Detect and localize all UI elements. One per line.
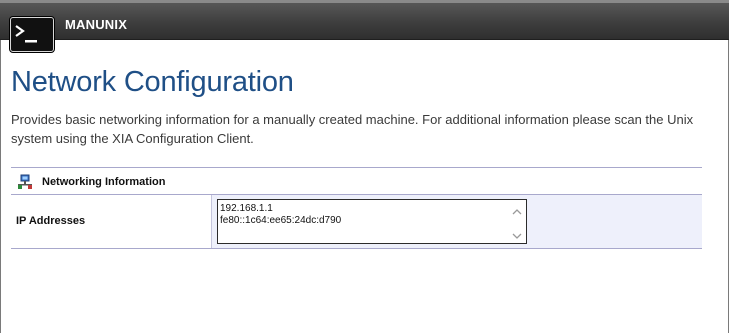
scroll-down-arrow-icon[interactable] [511, 228, 523, 239]
row-value-cell: 192.168.1.1 fe80::1c64:ee65:24dc:d790 [212, 195, 702, 248]
top-bar-highlight [0, 0, 729, 3]
ip-addresses-textarea[interactable]: 192.168.1.1 fe80::1c64:ee65:24dc:d790 [217, 199, 527, 244]
ip-address-line: 192.168.1.1 [220, 203, 273, 214]
top-bar: MANUNIX [0, 0, 729, 40]
networking-section: Networking Information IP Addresses 192.… [11, 167, 702, 250]
network-icon [17, 174, 33, 190]
frame-left-border [0, 40, 1, 333]
section-title: Networking Information [42, 176, 166, 188]
row-label-cell: IP Addresses [11, 195, 212, 248]
section-header: Networking Information [11, 167, 702, 195]
page-title: Network Configuration [11, 66, 294, 98]
terminal-icon [10, 17, 54, 52]
scroll-up-arrow-icon[interactable] [511, 204, 523, 215]
table-row-ip-addresses: IP Addresses 192.168.1.1 fe80::1c64:ee65… [11, 195, 702, 249]
ip-address-line: fe80::1c64:ee65:24dc:d790 [220, 215, 342, 226]
ip-addresses-label: IP Addresses [16, 215, 86, 227]
page-description: Provides basic networking information fo… [11, 112, 694, 146]
app-title: MANUNIX [65, 17, 128, 32]
